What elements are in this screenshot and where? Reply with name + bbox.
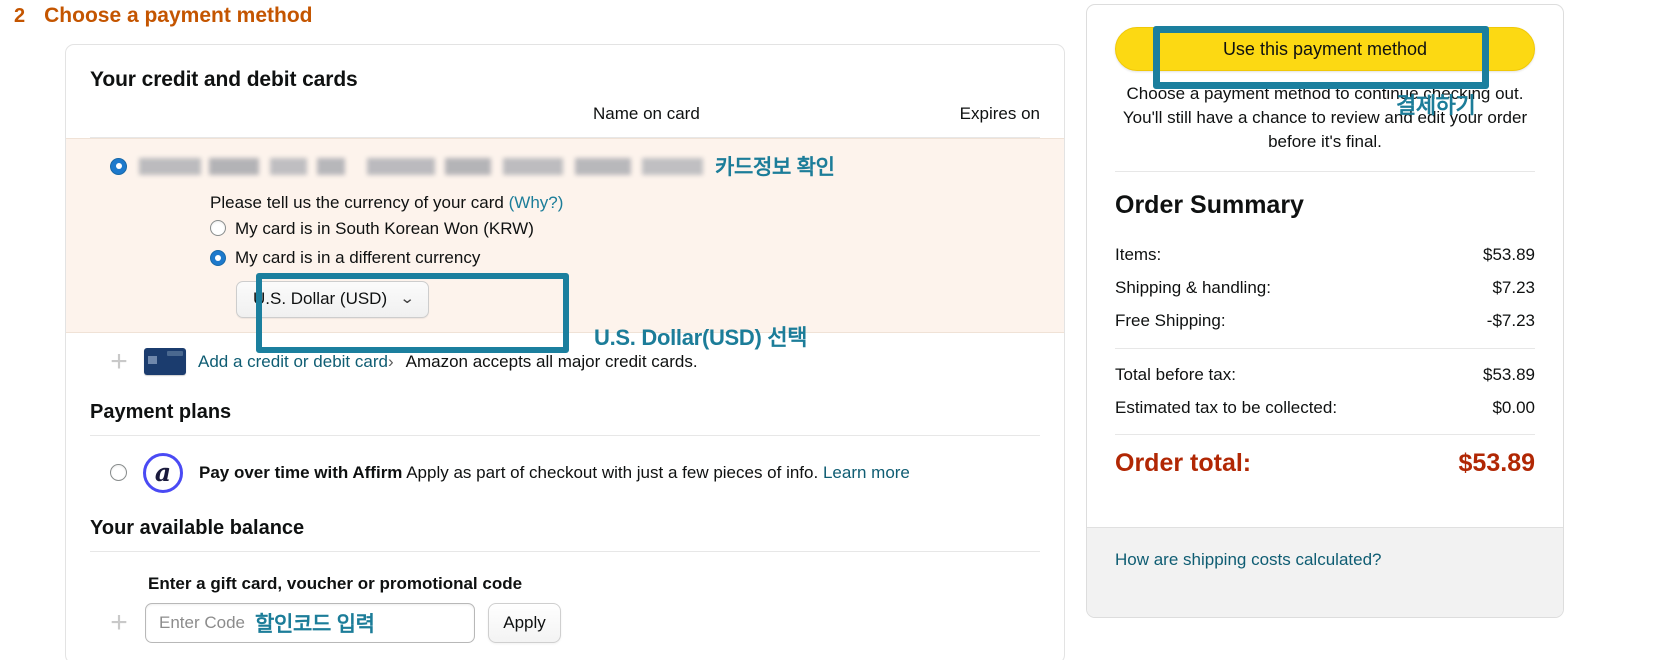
gift-code-annotation: 할인코드 입력 <box>255 612 375 636</box>
row-value: $53.89 <box>1483 245 1535 265</box>
row-value: -$7.23 <box>1486 310 1535 330</box>
plus-icon-gift: + <box>110 605 128 639</box>
row-label: Free Shipping: <box>1115 310 1226 330</box>
payment-plans-title: Payment plans <box>90 400 232 423</box>
currency-option-local-label: My card is in South Korean Won (KRW) <box>235 218 534 238</box>
card-radio-selected[interactable] <box>110 157 127 175</box>
affirm-logo-icon: a <box>143 452 183 493</box>
column-expires-on: Expires on <box>959 104 1040 123</box>
order-total-value: $53.89 <box>1458 449 1535 478</box>
currency-prompt-text: Please tell us the currency of your card <box>210 193 504 212</box>
order-summary-row: Free Shipping: -$7.23 <box>1115 305 1535 338</box>
row-value: $0.00 <box>1492 397 1535 417</box>
currency-option-local[interactable]: My card is in South Korean Won (KRW) <box>210 216 1040 242</box>
gift-card-row: + Enter Code 할인코드 입력 Apply <box>90 602 1040 643</box>
row-value: $7.23 <box>1492 278 1535 298</box>
card-summary-line[interactable]: 카드정보 확인 <box>90 151 1040 181</box>
order-total-row: Order total: $53.89 <box>1115 434 1535 499</box>
row-label: Shipping & handling: <box>1115 278 1271 298</box>
affirm-description: Apply as part of checkout with just a fe… <box>406 462 819 482</box>
radio-local-currency[interactable] <box>210 220 226 237</box>
order-sidebar: Use this payment method Choose a payment… <box>1086 4 1564 618</box>
divider-sidebar <box>1115 171 1535 173</box>
order-summary-row: Items: $53.89 <box>1115 239 1535 272</box>
add-card-note: Amazon accepts all major credit cards. <box>405 351 698 371</box>
card-table-header: Name on card Expires on <box>90 104 1040 138</box>
cards-section-title: Your credit and debit cards <box>90 68 358 91</box>
use-this-payment-method-button[interactable]: Use this payment method <box>1115 27 1535 71</box>
row-label: Estimated tax to be collected: <box>1115 397 1338 417</box>
row-label: Total before tax: <box>1115 364 1236 384</box>
affirm-learn-more-link[interactable]: Learn more <box>823 463 910 482</box>
radio-other-currency[interactable] <box>210 249 226 266</box>
currency-option-other-label: My card is in a different currency <box>235 248 481 268</box>
currency-select-wrap: U.S. Dollar (USD) ⌄ <box>210 280 1040 318</box>
masked-card-details <box>139 157 703 175</box>
sidebar-footer: How are shipping costs calculated? <box>1087 527 1563 617</box>
order-summary-rows-primary: Items: $53.89 Shipping & handling: $7.23… <box>1115 239 1535 337</box>
currency-selection-block: Please tell us the currency of your card… <box>90 181 1040 318</box>
currency-select-value: U.S. Dollar (USD) <box>253 288 388 308</box>
row-value: $53.89 <box>1483 364 1535 384</box>
add-card-link[interactable]: Add a credit or debit card› <box>198 352 394 372</box>
step-number: 2 <box>14 5 26 27</box>
row-label: Items: <box>1115 245 1162 265</box>
payment-method-panel: Your credit and debit cards Name on card… <box>65 44 1065 660</box>
currency-annotation: U.S. Dollar(USD) 선택 <box>594 325 808 350</box>
affirm-text: Pay over time with Affirm Apply as part … <box>199 463 910 483</box>
order-summary-row: Shipping & handling: $7.23 <box>1115 272 1535 305</box>
currency-prompt: Please tell us the currency of your card… <box>210 191 1040 216</box>
order-summary-row: Total before tax: $53.89 <box>1115 359 1535 392</box>
affirm-headline: Pay over time with Affirm <box>199 462 403 482</box>
radio-affirm[interactable] <box>110 464 127 482</box>
order-summary-rows-secondary: Total before tax: $53.89 Estimated tax t… <box>1115 347 1535 425</box>
add-card-link-label: Add a credit or debit card <box>198 351 388 371</box>
gift-card-label: Enter a gift card, voucher or promotiona… <box>148 573 523 593</box>
plus-icon: + <box>110 344 128 378</box>
page-title: Choose a payment method <box>44 4 313 27</box>
column-name-on-card: Name on card <box>593 104 700 123</box>
use-button-annotation: 결제하기 <box>1396 93 1476 118</box>
order-summary-title: Order Summary <box>1115 191 1304 220</box>
checkout-payment-page: 2 Choose a payment method Your credit an… <box>0 0 1670 660</box>
gift-code-placeholder: Enter Code <box>159 612 245 632</box>
credit-card-icon <box>144 348 186 376</box>
currency-select[interactable]: U.S. Dollar (USD) ⌄ <box>236 280 429 318</box>
chevron-right-icon: › <box>387 351 394 371</box>
add-card-row[interactable]: + Add a credit or debit card› Amazon acc… <box>90 333 1040 377</box>
order-total-label: Order total: <box>1115 449 1252 478</box>
available-balance-title: Your available balance <box>90 516 305 539</box>
selected-card-row[interactable]: 카드정보 확인 Please tell us the currency of y… <box>66 138 1064 333</box>
affirm-row[interactable]: a Pay over time with Affirm Apply as par… <box>90 436 1040 493</box>
step-header: 2 Choose a payment method <box>14 4 313 28</box>
why-link[interactable]: (Why?) <box>509 193 564 212</box>
currency-option-other[interactable]: My card is in a different currency <box>210 245 1040 271</box>
card-info-annotation: 카드정보 확인 <box>715 156 835 179</box>
order-summary-row: Estimated tax to be collected: $0.00 <box>1115 392 1535 425</box>
gift-code-input[interactable]: Enter Code 할인코드 입력 <box>145 602 475 643</box>
shipping-costs-link[interactable]: How are shipping costs calculated? <box>1115 550 1381 569</box>
apply-button[interactable]: Apply <box>488 602 561 643</box>
divider-available-balance <box>90 550 1040 552</box>
chevron-down-icon: ⌄ <box>399 290 416 308</box>
